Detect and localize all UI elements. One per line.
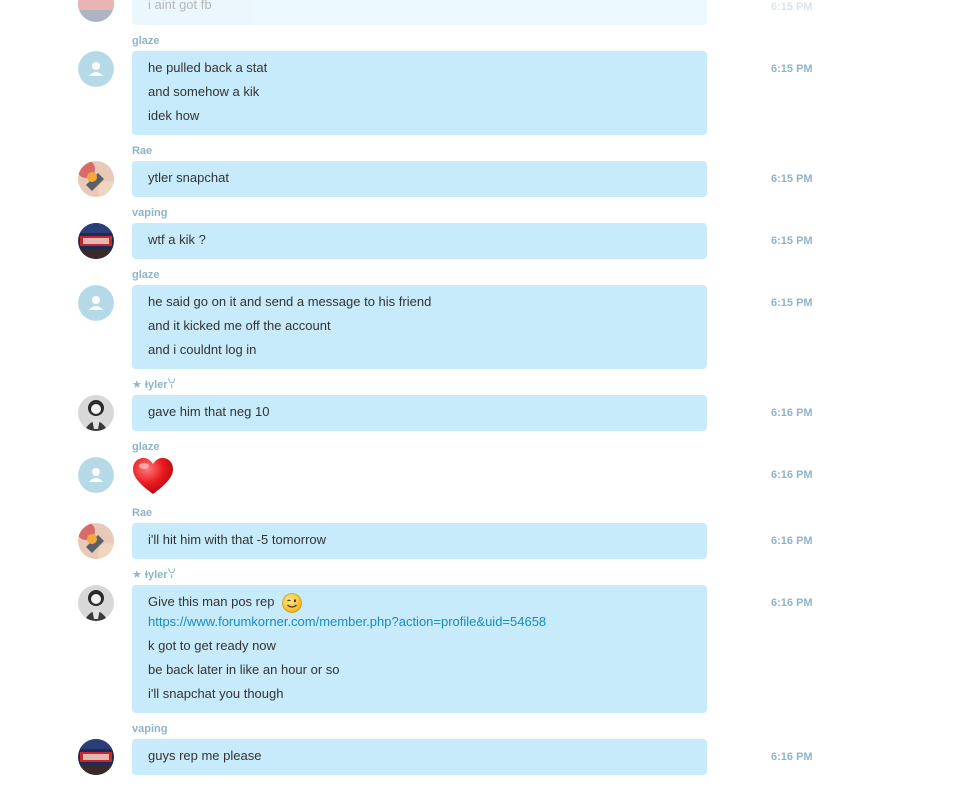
message-bubble: wtf a kik ? (132, 223, 707, 259)
avatar[interactable] (78, 585, 114, 621)
message-text: ytler snapchat (148, 170, 229, 185)
rae-avatar-icon (78, 161, 114, 197)
message-bubble: i aint got fb (132, 0, 707, 25)
avatar[interactable] (78, 457, 114, 493)
sender-name[interactable]: glaze (132, 268, 160, 282)
sender-name[interactable]: ★ Ɨylerꌩ (132, 378, 176, 392)
message-bubble: guys rep me please (132, 739, 707, 775)
message-text: gave him that neg 10 (148, 404, 270, 419)
message-text: i'll hit him with that -5 tomorrow (148, 532, 327, 547)
wink-smile-emoji-icon[interactable] (282, 592, 302, 613)
message-bubble: i'll hit him with that -5 tomorrow (132, 523, 707, 559)
avatar[interactable] (78, 51, 114, 87)
sender-name[interactable]: ★ Ɨylerꌩ (132, 568, 176, 582)
default-user-icon (78, 285, 114, 321)
tyler-avatar-icon (78, 395, 114, 431)
message-bubble: he pulled back a stat and somehow a kik … (132, 51, 707, 135)
message-bubble (132, 457, 707, 499)
sender-name[interactable]: Rae (132, 506, 152, 520)
message-time: 6:16 PM (771, 469, 813, 481)
profile-link[interactable]: https://www.forumkorner.com/member.php?a… (148, 612, 546, 632)
sender-name[interactable]: vaping (132, 722, 167, 736)
message-text: Give this man pos rep (148, 592, 302, 613)
message-time: 6:15 PM (771, 173, 813, 185)
message-text: be back later in like an hour or so (148, 662, 340, 677)
message-time: 6:15 PM (771, 1, 813, 13)
message-text: k got to get ready now (148, 638, 276, 653)
avatar[interactable] (78, 523, 114, 559)
avatar[interactable] (78, 739, 114, 775)
avatar[interactable] (78, 161, 114, 197)
sender-name[interactable]: vaping (132, 206, 167, 220)
message-bubble: gave him that neg 10 (132, 395, 707, 431)
message-text: guys rep me please (148, 748, 262, 763)
default-user-icon (78, 457, 114, 493)
message-bubble: he said go on it and send a message to h… (132, 285, 707, 369)
message-text-content: Give this man pos rep (148, 594, 275, 609)
message-text: idek how (148, 108, 200, 123)
heart-emoji-icon[interactable] (132, 457, 174, 497)
vaping-avatar-icon (78, 223, 114, 259)
message-bubble: ytler snapchat (132, 161, 707, 197)
message-text: and somehow a kik (148, 84, 260, 99)
message-text: and it kicked me off the account (148, 318, 331, 333)
default-user-icon (78, 51, 114, 87)
tyler-avatar-icon (78, 585, 114, 621)
message-time: 6:15 PM (771, 235, 813, 247)
sender-name[interactable]: glaze (132, 34, 160, 48)
message-time: 6:16 PM (771, 597, 813, 609)
message-bubble: Give this man pos rep https://www.forumk… (132, 585, 707, 713)
message-time: 6:15 PM (771, 63, 813, 75)
avatar[interactable] (78, 395, 114, 431)
message-time: 6:15 PM (771, 297, 813, 309)
message-text: wtf a kik ? (148, 232, 206, 247)
vaping-avatar-icon (78, 0, 114, 22)
avatar[interactable] (78, 223, 114, 259)
message-text: he pulled back a stat (148, 60, 268, 75)
message-time: 6:16 PM (771, 535, 813, 547)
vaping-avatar-icon (78, 739, 114, 775)
rae-avatar-icon (78, 523, 114, 559)
chat-conversation[interactable]: i aint got fb 6:15 PM glaze he pulled ba… (0, 0, 966, 791)
message-text: he said go on it and send a message to h… (148, 294, 432, 309)
message-text: i aint got fb (148, 0, 212, 12)
sender-name[interactable]: glaze (132, 440, 160, 454)
message-time: 6:16 PM (771, 407, 813, 419)
message-time: 6:16 PM (771, 751, 813, 763)
avatar[interactable] (78, 0, 114, 22)
message-text: i'll snapchat you though (148, 686, 284, 701)
message-text: and i couldnt log in (148, 342, 257, 357)
sender-name[interactable]: Rae (132, 144, 152, 158)
avatar[interactable] (78, 285, 114, 321)
